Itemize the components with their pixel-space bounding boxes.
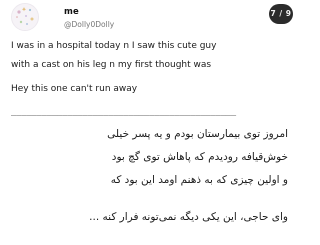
avatar[interactable] xyxy=(11,3,39,31)
persian-text-line-2: خوش‌قیافه رودیدم که پاهاش توی گچ بود xyxy=(111,151,288,163)
persian-text-line-4: وای حاجی، این یکی دیگه نمی‌تونه فرار کنه… xyxy=(89,211,288,223)
page-counter-badge: 7 / 9 xyxy=(269,4,293,24)
tweet-card: me @Dolly0Dolly 7 / 9 I was in a hospita… xyxy=(0,0,300,245)
sparkle-avatar-icon xyxy=(12,4,38,30)
tweet-text-line-2: with a cast on his leg n my first though… xyxy=(11,60,212,70)
display-name[interactable]: me xyxy=(64,7,79,18)
text-divider: ________________________________________… xyxy=(11,107,237,117)
user-handle[interactable]: @Dolly0Dolly xyxy=(64,20,114,30)
tweet-text-line-1: I was in a hospital today n I saw this c… xyxy=(11,41,217,51)
tweet-text-line-3: Hey this one can't run away xyxy=(11,84,138,94)
persian-text-line-3: و اولین چیزی که به ذهنم اومد این بود که xyxy=(110,174,288,186)
persian-text-line-1: امروز توی بیمارستان بودم و یه پسر خیلی xyxy=(107,128,288,140)
